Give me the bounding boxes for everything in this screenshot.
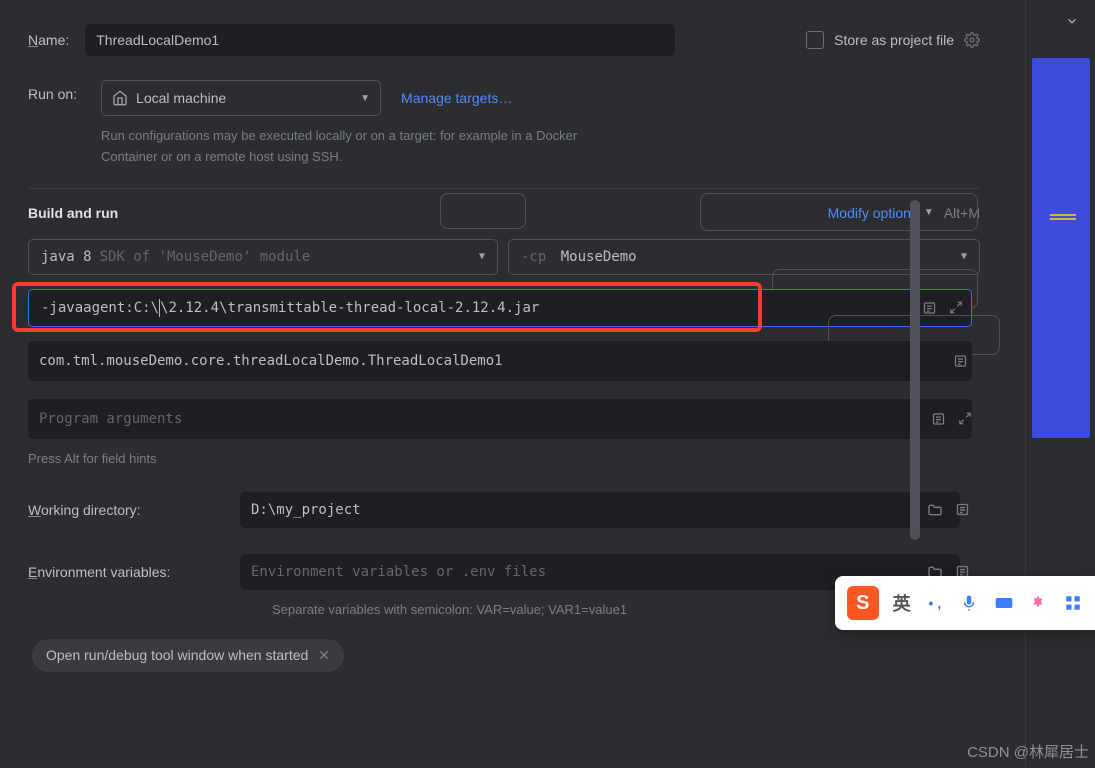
chip-label: Open run/debug tool window when started	[46, 647, 308, 663]
module-value: MouseDemo	[561, 249, 637, 265]
main-class-value: com.tml.mouseDemo.core.threadLocalDemo.T…	[39, 353, 503, 369]
expand-icon[interactable]	[958, 411, 972, 426]
field-hints: Press Alt for field hints	[28, 451, 980, 466]
ime-keyboard-icon[interactable]	[994, 592, 1014, 614]
run-on-select[interactable]: Local machine ▼	[101, 80, 381, 116]
program-args-placeholder: Program arguments	[39, 411, 182, 427]
env-vars-label: Environment variables:	[28, 564, 240, 580]
ime-grid-icon[interactable]	[1063, 592, 1083, 614]
scrollbar[interactable]	[910, 200, 920, 720]
chevron-down-icon: ▼	[360, 93, 370, 104]
sdk-hint: SDK of 'MouseDemo' module	[100, 249, 311, 265]
history-icon[interactable]	[931, 411, 946, 426]
sogou-icon[interactable]: S	[847, 586, 879, 620]
history-icon[interactable]	[922, 300, 937, 315]
vm-pre: -javaagent:C:\	[41, 300, 159, 316]
working-dir-label: Working directory:	[28, 502, 240, 518]
run-on-hint: Run configurations may be executed local…	[101, 126, 601, 168]
working-dir-value: D:\my_project	[251, 502, 361, 518]
modify-options-label: Modify options	[828, 205, 918, 221]
program-args-input[interactable]: Program arguments	[28, 399, 972, 439]
expand-icon[interactable]	[949, 300, 963, 315]
ime-lang[interactable]: 英	[893, 590, 911, 616]
chevron-down-icon: ▼	[961, 251, 967, 262]
ime-toolbar[interactable]: S 英 • ,	[835, 576, 1095, 630]
history-icon[interactable]	[955, 502, 970, 518]
main-class-input[interactable]: com.tml.mouseDemo.core.threadLocalDemo.T…	[28, 341, 972, 381]
ime-skin-icon[interactable]	[1028, 592, 1048, 614]
chevron-down-icon: ▼	[479, 251, 485, 262]
editor-sidebar	[1025, 0, 1095, 768]
ime-mic-icon[interactable]	[959, 592, 979, 614]
run-on-label: Run on:	[28, 80, 77, 102]
name-input[interactable]: ThreadLocalDemo1	[85, 24, 675, 56]
run-on-value: Local machine	[136, 90, 226, 106]
watermark: CSDN @林犀居士	[967, 741, 1089, 762]
open-tool-window-chip[interactable]: Open run/debug tool window when started …	[32, 639, 344, 672]
folder-icon[interactable]	[927, 502, 943, 518]
env-vars-placeholder: Environment variables or .env files	[251, 564, 546, 580]
gear-icon[interactable]	[964, 32, 980, 48]
store-project-checkbox[interactable]	[806, 31, 824, 49]
name-label: Name:	[28, 32, 69, 48]
separator	[28, 188, 980, 189]
sdk-select[interactable]: java 8 SDK of 'MouseDemo' module ▼	[28, 239, 498, 275]
store-project-label: Store as project file	[834, 32, 954, 48]
expand-button[interactable]	[1055, 6, 1089, 36]
sdk-value: java 8	[41, 249, 92, 265]
build-run-title: Build and run	[28, 205, 118, 221]
working-dir-input[interactable]: D:\my_project	[240, 492, 960, 528]
history-icon[interactable]	[953, 353, 968, 368]
chevron-down-icon: ▼	[924, 207, 934, 218]
manage-targets-link[interactable]: Manage targets…	[401, 90, 512, 106]
home-icon	[112, 90, 128, 106]
minimap[interactable]	[1032, 58, 1090, 438]
close-icon[interactable]: ✕	[318, 647, 330, 664]
ime-punct-icon[interactable]: • ,	[925, 592, 945, 614]
cp-prefix: -cp	[521, 249, 546, 265]
vm-post: \2.12.4\transmittable-thread-local-2.12.…	[160, 300, 539, 316]
vm-options-input[interactable]: -javaagent:C:\\2.12.4\transmittable-thre…	[29, 290, 971, 326]
scrollbar-thumb[interactable]	[910, 200, 920, 540]
modify-shortcut: Alt+M	[944, 205, 980, 221]
name-value: ThreadLocalDemo1	[96, 32, 219, 48]
